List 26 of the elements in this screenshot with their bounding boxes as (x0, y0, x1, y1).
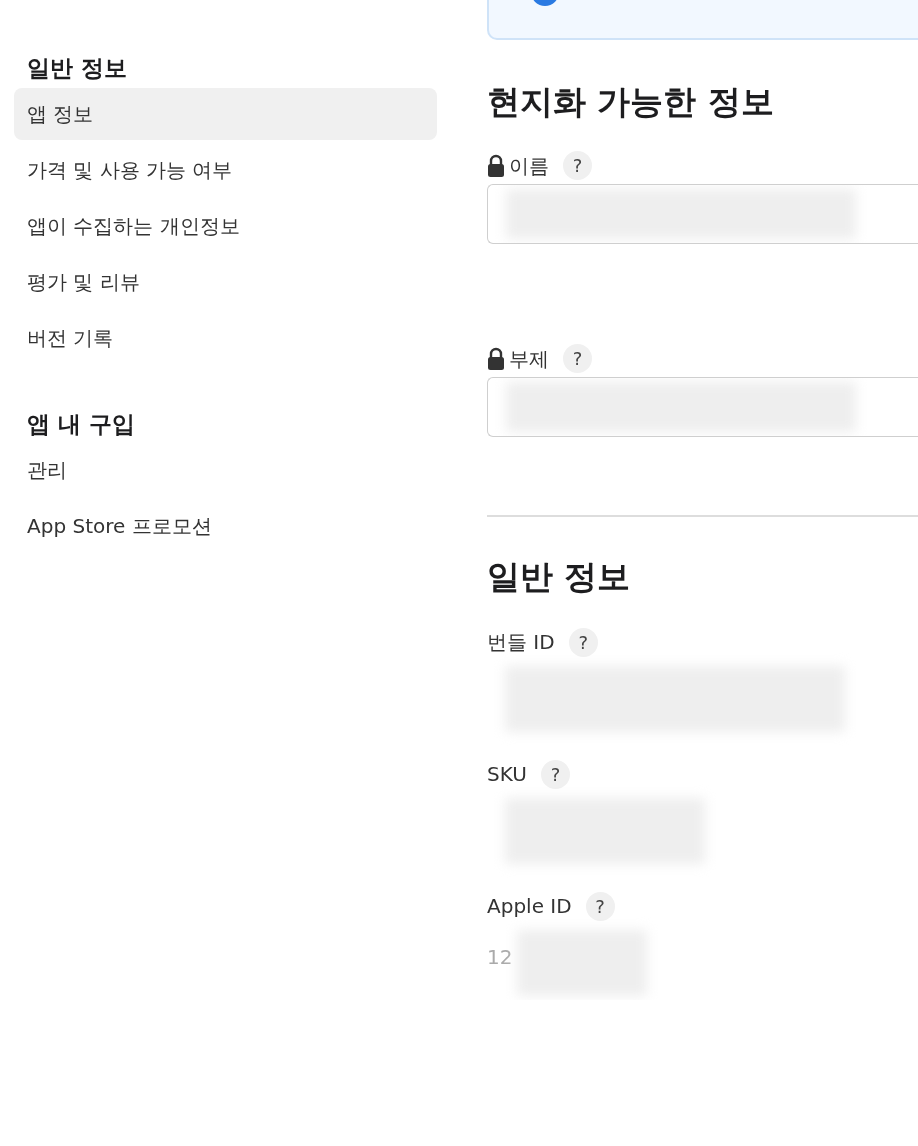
field-label: 부제 (509, 345, 549, 373)
sidebar-item[interactable]: 버전 기록 (14, 312, 437, 364)
help-button[interactable]: ? (563, 151, 592, 181)
section-title: 일반 정보 (487, 556, 632, 597)
help-button[interactable]: ? (568, 627, 598, 657)
field-value: 12 (487, 944, 513, 972)
help-button[interactable]: ? (540, 759, 570, 789)
lock-icon (487, 346, 505, 371)
help-button[interactable]: ? (563, 344, 592, 374)
text-field[interactable] (487, 183, 918, 244)
section-heading: 일반 정보 (27, 54, 128, 83)
sidebar-item[interactable]: 관리 (14, 444, 437, 496)
section-title: 현지화 가능한 정보 (487, 82, 775, 122)
sidebar-item[interactable]: 평가 및 리뷰 (14, 256, 437, 308)
sidebar-item[interactable]: App Store 프로모션 (14, 500, 437, 552)
sidebar-item[interactable]: 가격 및 사용 가능 여부 (14, 144, 437, 196)
field-label: 번들 ID (487, 629, 555, 657)
field-label: 이름 (509, 152, 549, 180)
sidebar-item[interactable]: 앱이 수집하는 개인정보 (14, 200, 437, 252)
text-field[interactable] (487, 376, 918, 437)
field-label: SKU (487, 761, 527, 789)
field-label: Apple ID (487, 893, 572, 921)
lock-icon (487, 153, 505, 178)
help-button[interactable]: ? (585, 891, 615, 921)
section-heading: 앱 내 구입 (27, 410, 136, 439)
sidebar-item[interactable]: 앱 정보 (14, 88, 437, 140)
